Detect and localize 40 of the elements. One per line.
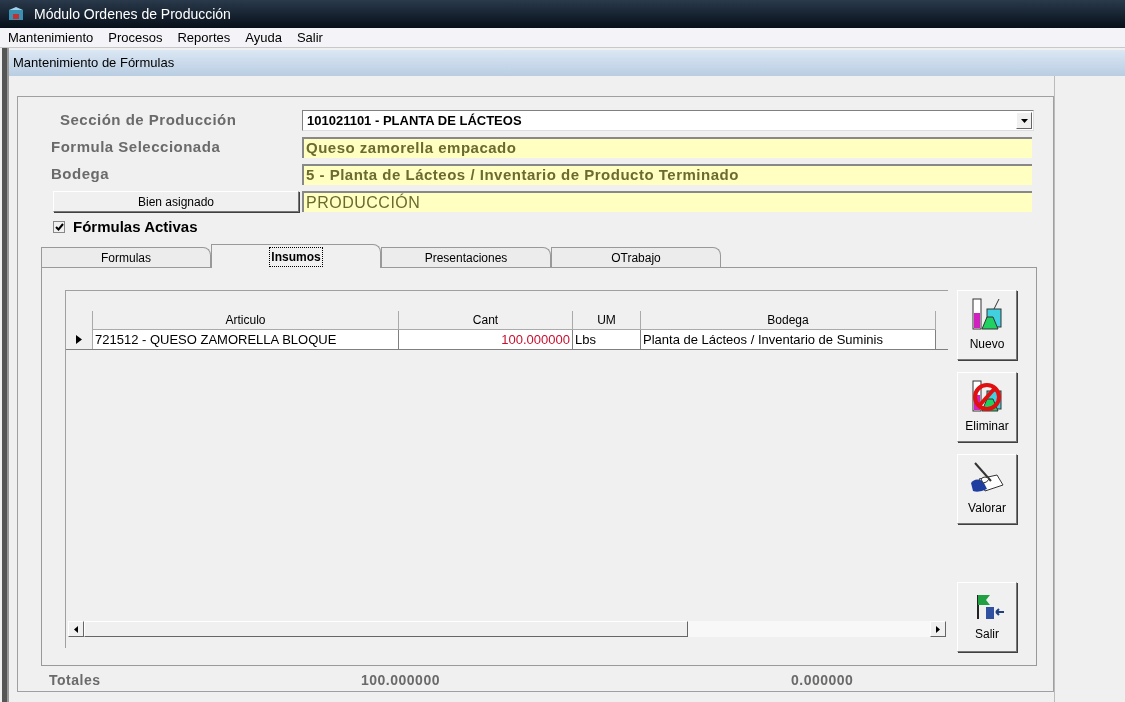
checkbox-label: Fórmulas Activas [73,216,198,237]
menu-item[interactable]: Reportes [175,27,233,48]
total-quantity: 100.000000 [361,670,441,690]
scroll-left-icon[interactable] [74,625,78,633]
tab[interactable]: OTrabajo [551,247,721,267]
horizontal-scrollbar[interactable] [68,620,946,638]
tab[interactable]: Formulas [41,247,211,267]
table-cell: Planta de Lácteos / Inventario de Suminis [641,330,936,349]
table-cell: 721512 - QUESO ZAMORELLA BLOQUE [93,330,399,349]
field-label: Sección de Producción [59,110,238,131]
scroll-right-icon[interactable] [936,625,940,633]
toolbar-button[interactable]: Salir [957,582,1017,652]
toolbar-button[interactable]: Nuevo [957,290,1017,360]
table-cell: Lbs [573,330,641,349]
readonly-field[interactable]: Queso zamorella empacado [302,137,1032,158]
child-window-title: Mantenimiento de Fórmulas [13,54,175,73]
menu-item[interactable]: Ayuda [243,27,284,48]
table-cell: 100.000000 [399,330,573,349]
toolbar-button[interactable]: Eliminar [957,372,1017,442]
app-icon [8,7,24,21]
total-cost: 0.000000 [791,670,854,690]
prohibited-flasks-icon [970,379,1004,413]
lab-flasks-icon [970,297,1004,331]
hand-writing-icon [969,461,1005,495]
menu-item[interactable]: Procesos [106,27,165,48]
readonly-field[interactable]: 5 - Planta de Lácteos / Inventario de Producto Terminado [302,164,1032,185]
field-label: Bodega [51,164,110,185]
toolbar-button[interactable]: Valorar [957,454,1017,524]
menu-item[interactable]: Mantenimiento [6,27,96,48]
readonly-field[interactable]: PRODUCCIÓN [302,191,1032,212]
window-title: Módulo Ordenes de Producción [34,4,231,24]
tab[interactable]: Presentaciones [381,247,551,267]
section-dropdown[interactable]: 101021101 - PLANTA DE LÁCTEOS [302,110,1034,131]
totals-label: Totales [48,670,102,690]
tab[interactable]: Insumos [211,244,381,268]
dropdown-arrow-icon[interactable] [1020,118,1028,123]
field-label: Formula Seleccionada [51,137,222,158]
assigned-asset-button[interactable]: Bien asignado [53,191,299,212]
menu-item[interactable]: Salir [294,27,325,48]
active-formulas-checkbox[interactable] [53,221,65,233]
